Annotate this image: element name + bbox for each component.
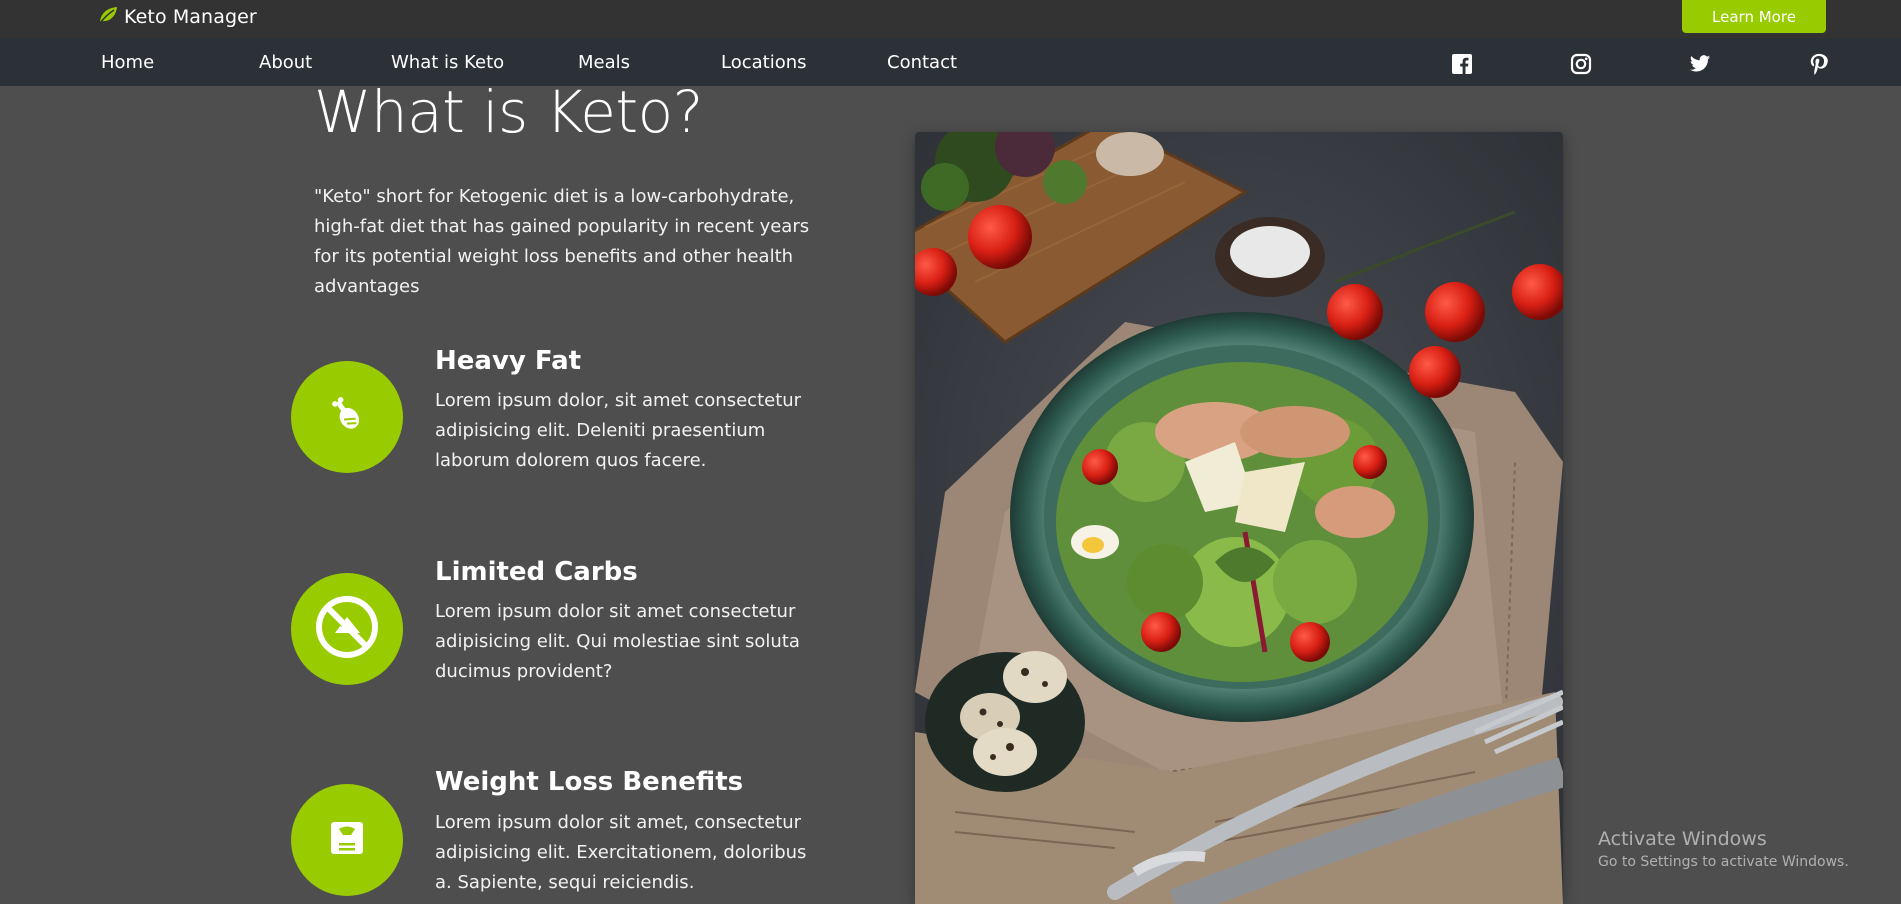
- activate-windows-subtitle: Go to Settings to activate Windows.: [1598, 854, 1849, 870]
- salad-photo: [915, 132, 1563, 904]
- feature-title-weight-loss: Weight Loss Benefits: [435, 767, 744, 797]
- brand-logo[interactable]: Keto Manager: [98, 5, 257, 29]
- nav-contact[interactable]: Contact: [887, 52, 957, 73]
- feature-icon-limited-carbs: [291, 573, 403, 685]
- nav-what-is-keto[interactable]: What is Keto: [391, 52, 504, 73]
- main-nav: Home About What is Keto Meals Locations …: [0, 38, 1901, 86]
- intro-text: "Keto" short for Ketogenic diet is a low…: [314, 186, 810, 297]
- drumstick-icon: [325, 393, 369, 441]
- feature-icon-heavy-fat: [291, 361, 403, 473]
- pinterest-icon[interactable]: [1808, 53, 1830, 75]
- feature-text-limited-carbs: Lorem ipsum dolor sit amet consectetur a…: [435, 601, 800, 682]
- top-bar: Keto Manager Learn More: [0, 0, 1901, 38]
- brand-name: Keto Manager: [124, 6, 257, 28]
- feature-title-heavy-fat: Heavy Fat: [435, 346, 582, 376]
- nav-meals[interactable]: Meals: [578, 52, 630, 73]
- nav-home[interactable]: Home: [101, 52, 154, 73]
- feature-text-heavy-fat: Lorem ipsum dolor, sit amet consectetur …: [435, 390, 802, 471]
- facebook-icon[interactable]: [1451, 53, 1473, 75]
- feature-text-weight-loss: Lorem ipsum dolor sit amet, consectetur …: [435, 812, 807, 893]
- nav-locations[interactable]: Locations: [721, 52, 807, 73]
- instagram-icon[interactable]: [1570, 53, 1592, 75]
- page-title: What is Keto?: [314, 78, 703, 146]
- no-bread-icon: [313, 593, 381, 665]
- leaf-icon: [98, 6, 118, 28]
- twitter-icon[interactable]: [1689, 53, 1711, 75]
- scale-icon: [327, 818, 367, 862]
- nav-about[interactable]: About: [259, 52, 312, 73]
- feature-title-limited-carbs: Limited Carbs: [435, 557, 638, 587]
- feature-icon-weight-loss: [291, 784, 403, 896]
- activate-windows-title: Activate Windows: [1598, 828, 1767, 850]
- learn-more-button[interactable]: Learn More: [1682, 0, 1826, 33]
